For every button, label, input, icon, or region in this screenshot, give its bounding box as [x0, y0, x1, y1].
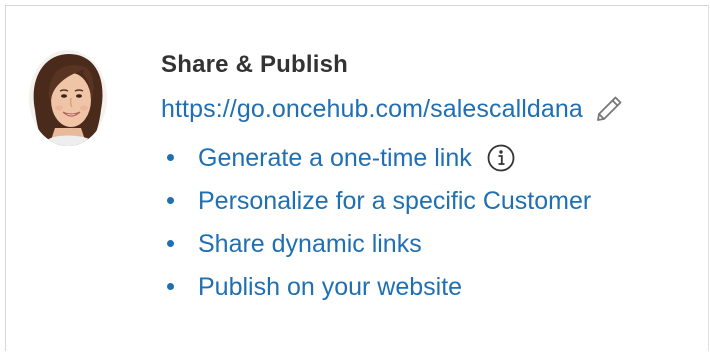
bullet	[167, 240, 174, 247]
list-item: Generate a one-time link	[161, 136, 625, 179]
url-row: https://go.oncehub.com/salescalldana	[161, 94, 625, 124]
share-dynamic-links-link[interactable]: Share dynamic links	[198, 229, 422, 259]
pencil-icon[interactable]	[593, 93, 625, 125]
scheduling-url-link[interactable]: https://go.oncehub.com/salescalldana	[161, 94, 583, 124]
list-item: Publish on your website	[161, 265, 625, 308]
list-item: Share dynamic links	[161, 222, 625, 265]
bullet	[167, 197, 174, 204]
bullet	[167, 154, 174, 161]
publish-on-website-link[interactable]: Publish on your website	[198, 272, 462, 302]
panel-title: Share & Publish	[161, 51, 349, 78]
avatar-image	[29, 50, 107, 146]
personalize-for-customer-link[interactable]: Personalize for a specific Customer	[198, 186, 591, 216]
share-content: Share & Publish https://go.oncehub.com/s…	[161, 50, 625, 308]
avatar	[29, 50, 107, 146]
share-publish-panel: Share & Publish https://go.oncehub.com/s…	[5, 5, 709, 351]
list-item: Personalize for a specific Customer	[161, 179, 625, 222]
generate-one-time-link[interactable]: Generate a one-time link	[198, 143, 472, 173]
bullet	[167, 283, 174, 290]
info-icon[interactable]	[486, 143, 516, 173]
share-options-list: Generate a one-time link Personalize for…	[161, 136, 625, 308]
